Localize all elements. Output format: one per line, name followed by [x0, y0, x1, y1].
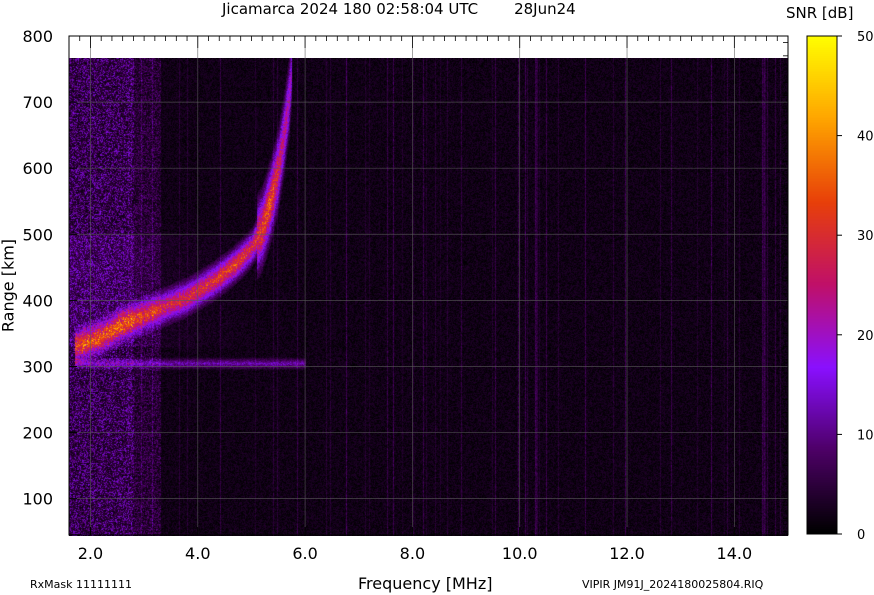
colorbar-tick-label: 20 [857, 329, 874, 344]
plot-frame [68, 35, 789, 536]
y-tick-label: 200 [22, 424, 53, 443]
x-tick-label: 8.0 [400, 544, 425, 563]
y-tick-label: 400 [22, 291, 53, 310]
axes-overlay: 2.0 4.0 6.0 8.0 10.0 12.0 14.01002003004005006… [22, 27, 874, 563]
x-tick-label: 6.0 [292, 544, 317, 563]
y-tick-label: 800 [22, 27, 53, 46]
x-tick-label: 10.0 [502, 544, 538, 563]
colorbar-tick-label: 30 [857, 229, 874, 244]
x-tick-label: 2.0 [78, 544, 103, 563]
colorbar-tick-label: 50 [857, 30, 874, 45]
rxmask-label: RxMask 11111111 [30, 578, 132, 591]
y-tick-label: 500 [22, 225, 53, 244]
y-tick-label: 300 [22, 357, 53, 376]
y-axis-label: Range [km] [0, 238, 18, 333]
x-tick-label: 14.0 [717, 544, 753, 563]
colorbar-tick-label: 10 [857, 428, 874, 443]
x-tick-label: 12.0 [609, 544, 645, 563]
colorbar-tick-label: 40 [857, 130, 874, 145]
y-tick-label: 600 [22, 159, 53, 178]
ionogram-figure: Jicamarca 2024 180 02:58:04 UTC 28Jun24 S… [0, 0, 874, 595]
colorbar-tick-label: 0 [857, 528, 865, 543]
y-tick-label: 700 [22, 93, 53, 112]
y-tick-label: 100 [22, 490, 53, 509]
file-label: VIPIR JM91J_2024180025804.RIQ [582, 578, 764, 591]
colorbar-frame [806, 35, 838, 535]
x-axis-label: Frequency [MHz] [358, 574, 493, 593]
x-tick-label: 4.0 [185, 544, 210, 563]
